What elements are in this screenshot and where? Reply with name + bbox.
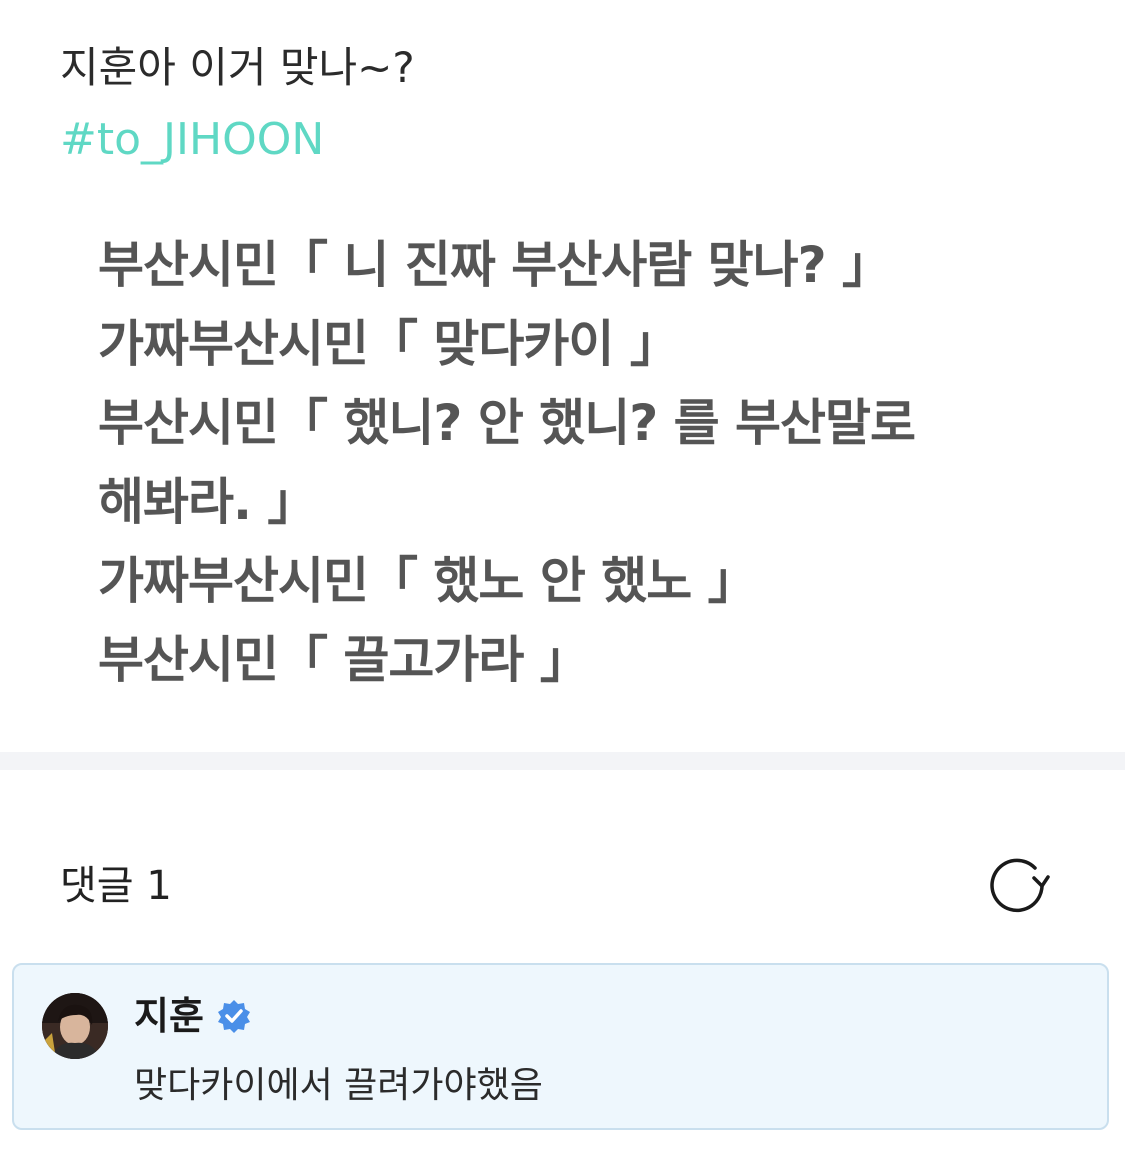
comment-author[interactable]: 지훈: [134, 991, 204, 1041]
image-text-line: 해봐라. 」: [98, 473, 317, 531]
refresh-button[interactable]: [990, 856, 1056, 916]
comment-header: 댓글 1: [60, 856, 1065, 916]
hashtag-link[interactable]: #to_JIHOON: [60, 110, 324, 170]
image-text-line: 부산시민「 했니? 안 했니? 를 부산말로: [98, 394, 916, 452]
section-divider: [0, 752, 1125, 770]
comment-text: 맞다카이에서 끌려가야했음: [134, 1065, 543, 1106]
image-text-line: 가짜부산시민「 맞다카이 」: [98, 315, 680, 373]
refresh-icon: [990, 858, 1050, 913]
attached-image[interactable]: 부산시민「 니 진짜 부산사람 맞나? 」 가짜부산시민「 맞다카이 」 부산시…: [60, 200, 1060, 720]
avatar-image: [42, 993, 108, 1059]
comment-card[interactable]: 지훈 맞다카이에서 끌려가야했음: [12, 963, 1109, 1130]
avatar[interactable]: [42, 993, 108, 1059]
image-text-line: 부산시민「 니 진짜 부산사람 맞나? 」: [98, 236, 892, 294]
post-text: 지훈아 이거 맞나~?: [60, 43, 415, 92]
image-text-line: 가짜부산시민「 했노 안 했노 」: [98, 552, 758, 610]
comment-count: 댓글 1: [60, 863, 172, 909]
verified-badge-icon: [217, 1000, 250, 1033]
image-text-block: 부산시민「 니 진짜 부산사람 맞나? 」 가짜부산시민「 맞다카이 」 부산시…: [98, 226, 916, 700]
image-text-line: 부산시민「 끌고가라 」: [98, 631, 590, 689]
comment-author-row: 지훈: [134, 991, 252, 1041]
